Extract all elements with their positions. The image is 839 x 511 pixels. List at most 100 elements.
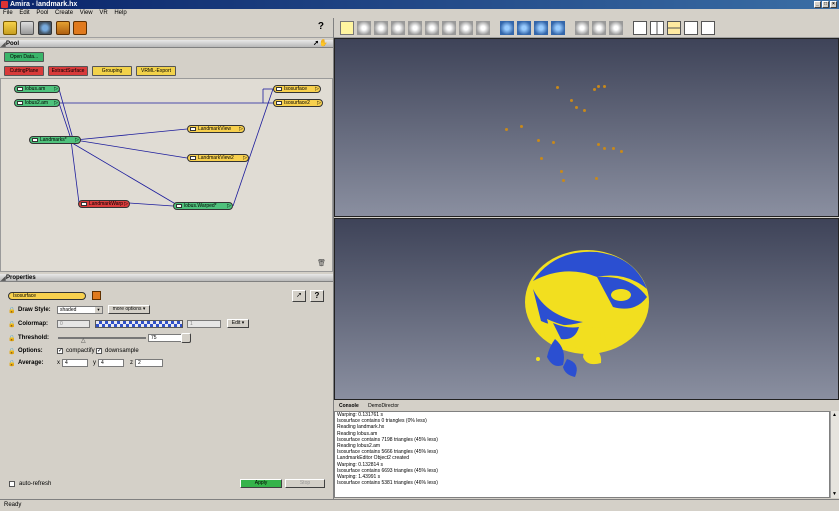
apply-button[interactable]: Apply (240, 479, 282, 488)
menu-edit[interactable]: Edit (19, 10, 29, 16)
node-toggle-icon[interactable] (17, 101, 23, 105)
average-x-field[interactable]: 4 (62, 359, 88, 367)
colormap-min-field[interactable]: 0 (57, 320, 90, 328)
view-z-icon[interactable] (551, 21, 565, 35)
node-landmarkview[interactable]: LandmarkView ▷ (187, 125, 245, 133)
set-home-icon[interactable] (459, 21, 473, 35)
pool-icon[interactable] (3, 21, 17, 35)
node-landmarkview2[interactable]: LandmarkView2 ▷ (187, 154, 249, 162)
node-lobus[interactable]: lobus.am ▷ (14, 85, 60, 93)
layout-single-icon[interactable] (633, 21, 647, 35)
grouping-button[interactable]: Grouping (92, 66, 132, 76)
pin-icon[interactable]: 🔒 (8, 335, 15, 342)
snapshot-icon[interactable] (609, 21, 623, 35)
node-toggle-icon[interactable] (17, 87, 23, 91)
tab-demodirector[interactable]: DemoDirector (368, 403, 399, 409)
pin-icon[interactable]: 🔒 (8, 321, 15, 328)
view-all-icon[interactable] (500, 21, 514, 35)
node-toggle-icon[interactable] (276, 87, 282, 91)
node-lobus-warped[interactable]: lobus.Warped* ▷ (173, 202, 233, 210)
scroll-down-icon[interactable]: ▼ (832, 491, 837, 497)
help-button[interactable]: ? (318, 21, 324, 32)
layout-two-horizontal-icon[interactable] (650, 21, 664, 35)
threshold-field[interactable]: 75 (148, 334, 182, 342)
rotate-icon[interactable] (357, 21, 371, 35)
cutting-plane-button[interactable]: CuttingPlane (4, 66, 44, 76)
layout-two-vertical-icon[interactable] (667, 21, 681, 35)
node-toggle-icon[interactable] (32, 138, 38, 142)
open-data-button[interactable]: Open Data... (4, 52, 44, 62)
compactify-checkbox[interactable]: ✓ (57, 348, 63, 354)
colormap-edit-button[interactable]: Edit ▾ (227, 319, 249, 328)
minimize-button[interactable]: _ (814, 1, 821, 8)
colormap-max-field[interactable]: 1 (187, 320, 221, 328)
menu-vr[interactable]: VR (99, 10, 107, 16)
layout-custom-icon[interactable] (701, 21, 715, 35)
node-port-icon[interactable]: ▷ (124, 201, 128, 207)
menu-view[interactable]: View (80, 10, 93, 16)
average-z-field[interactable]: 2 (135, 359, 163, 367)
more-options-button[interactable]: more options ▾ (108, 305, 150, 314)
select-arrow-icon[interactable] (340, 21, 354, 35)
collapse-icon[interactable]: ◢ (1, 275, 6, 282)
node-toggle-icon[interactable] (81, 202, 87, 206)
console-output[interactable]: Warping: 0.131761 s Isosurface contains … (334, 411, 830, 498)
layout-four-icon[interactable] (684, 21, 698, 35)
console-scrollbar[interactable]: ▲ ▼ (830, 411, 839, 498)
hand-icon[interactable]: ✋ (319, 40, 328, 48)
maximize-button[interactable]: □ (822, 1, 829, 8)
scroll-up-icon[interactable]: ▲ (832, 412, 837, 418)
node-port-icon[interactable]: ▷ (239, 126, 243, 132)
node-lobus2[interactable]: lobus2.am ▷ (14, 99, 60, 107)
back-icon[interactable] (476, 21, 490, 35)
pointer-mode-button[interactable]: ➚ (292, 290, 306, 302)
node-toggle-icon[interactable] (190, 156, 196, 160)
pin-icon[interactable]: 🔒 (8, 348, 15, 355)
module-name-badge[interactable]: Isosurface (8, 292, 86, 300)
node-toggle-icon[interactable] (176, 204, 182, 208)
stereo-icon[interactable] (575, 21, 589, 35)
average-y-field[interactable]: 4 (98, 359, 124, 367)
menu-help[interactable]: Help (114, 10, 126, 16)
zoom-icon[interactable] (391, 21, 405, 35)
draw-style-select[interactable]: shaded ▼ (57, 306, 103, 314)
stop-button[interactable]: Stop (285, 479, 325, 488)
collapse-icon[interactable]: ◢ (1, 41, 6, 48)
measure-icon[interactable] (592, 21, 606, 35)
pin-icon[interactable]: 🔒 (8, 360, 15, 367)
network-icon[interactable] (38, 21, 52, 35)
layers-icon[interactable] (56, 21, 70, 35)
node-isosurface2[interactable]: Isosurface2 ▷ (273, 99, 323, 107)
pin-icon[interactable]: 🔒 (8, 307, 15, 314)
home-icon[interactable] (442, 21, 456, 35)
node-landmarkwarp[interactable]: LandmarkWarp ▷ (78, 200, 130, 208)
node-toggle-icon[interactable] (190, 127, 196, 131)
node-port-icon[interactable]: ▷ (315, 86, 319, 92)
threshold-slider[interactable] (58, 337, 146, 339)
auto-refresh-checkbox[interactable] (9, 481, 15, 487)
seek-icon[interactable] (408, 21, 422, 35)
close-button[interactable]: × (830, 1, 837, 8)
tools-icon[interactable] (20, 21, 34, 35)
tab-console[interactable]: Console (339, 403, 359, 409)
node-port-icon[interactable]: ▷ (75, 137, 79, 143)
downsample-checkbox[interactable]: ✓ (96, 348, 102, 354)
threshold-slider-handle[interactable]: △ (81, 337, 86, 344)
trash-icon[interactable]: 🗑 (317, 259, 326, 267)
colormap-bar[interactable] (95, 320, 183, 328)
node-port-icon[interactable]: ▷ (317, 100, 321, 106)
chevron-down-icon[interactable]: ▼ (95, 307, 102, 313)
pool-canvas[interactable]: lobus.am ▷ lobus2.am ▷ Landmarks* ▷ Landmar… (0, 78, 333, 272)
node-isosurface[interactable]: Isosurface ▷ (273, 85, 321, 93)
threshold-apply-button[interactable] (181, 333, 191, 343)
node-port-icon[interactable]: ▷ (243, 155, 247, 161)
properties-help-button[interactable]: ? (310, 290, 324, 302)
vrml-export-button[interactable]: VRML-Export (136, 66, 176, 76)
viewer-top[interactable] (334, 38, 839, 217)
view-y-icon[interactable] (534, 21, 548, 35)
menu-create[interactable]: Create (55, 10, 73, 16)
node-port-icon[interactable]: ▷ (227, 203, 231, 209)
menu-pool[interactable]: Pool (36, 10, 48, 16)
module-color-icon[interactable] (92, 291, 101, 300)
node-port-icon[interactable]: ▷ (54, 86, 58, 92)
